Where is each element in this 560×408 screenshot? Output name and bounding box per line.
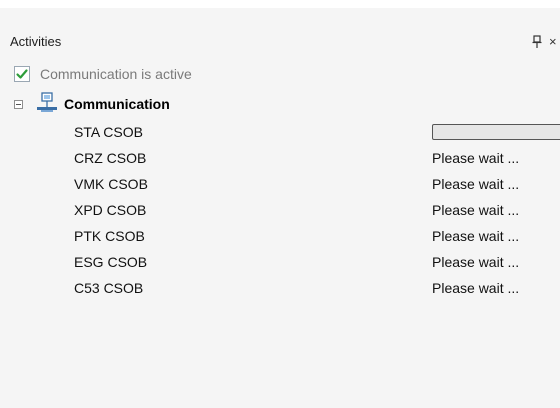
checkmark-icon (16, 69, 28, 79)
panel-title: Activities (10, 34, 62, 49)
list-item-name[interactable]: XPD CSOB (74, 202, 146, 218)
list-item-status: Please wait ... (432, 254, 520, 270)
list-item-status: Please wait ... (432, 228, 520, 244)
list-item-status: Please wait ... (432, 280, 520, 296)
group-label-communication: Communication (64, 96, 170, 112)
pin-icon[interactable] (532, 35, 542, 49)
list-item-name[interactable]: STA CSOB (74, 124, 143, 140)
activities-panel: Activities × Communication is active Com… (0, 8, 560, 408)
close-icon[interactable]: × (549, 34, 557, 49)
list-item-name[interactable]: C53 CSOB (74, 280, 143, 296)
list-item-status: Please wait ... (432, 176, 520, 192)
progress-bar (432, 124, 560, 140)
collapse-toggle-icon[interactable] (14, 100, 23, 109)
list-item-status: Please wait ... (432, 202, 520, 218)
communication-active-label: Communication is active (40, 66, 192, 82)
network-computer-icon (37, 92, 57, 112)
communication-active-checkbox[interactable] (14, 66, 30, 82)
list-item-name[interactable]: ESG CSOB (74, 254, 147, 270)
list-item-status: Please wait ... (432, 150, 520, 166)
list-item-name[interactable]: CRZ CSOB (74, 150, 146, 166)
list-item-name[interactable]: PTK CSOB (74, 228, 145, 244)
list-item-name[interactable]: VMK CSOB (74, 176, 148, 192)
